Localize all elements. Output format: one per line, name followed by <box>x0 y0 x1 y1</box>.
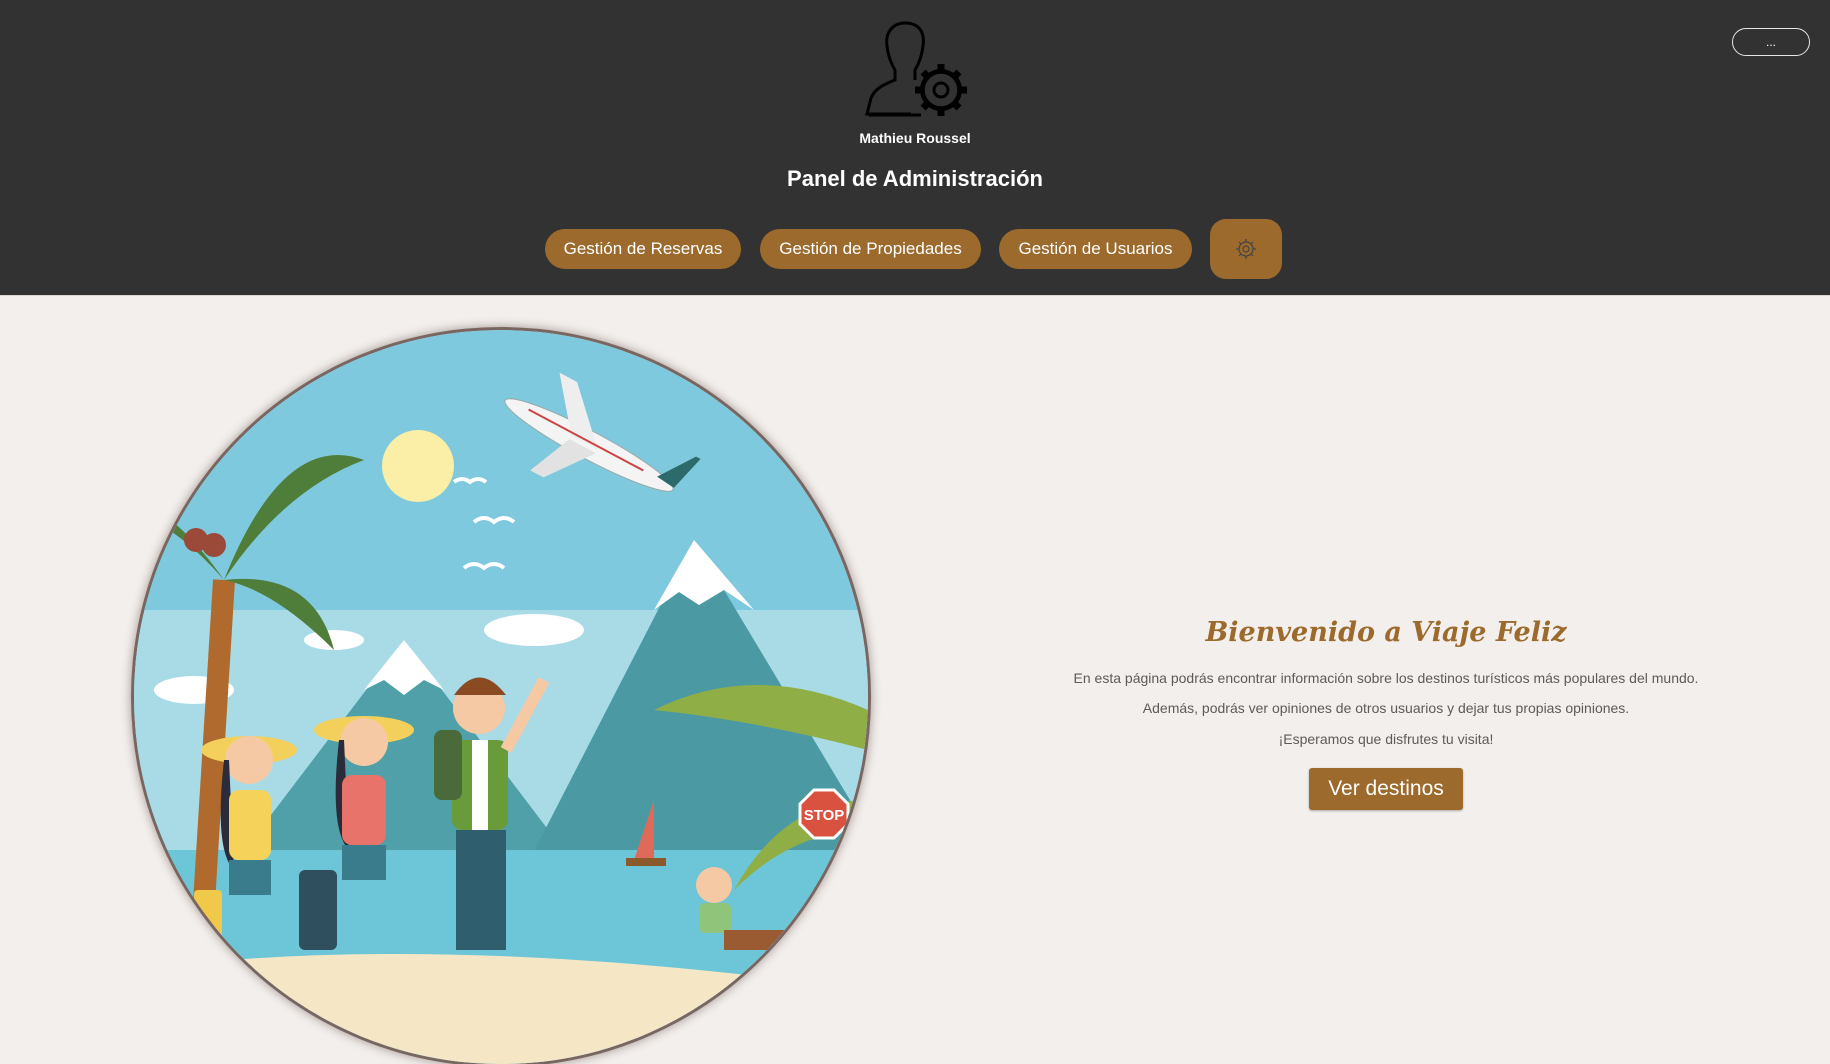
hero-travel-illustration: STOP <box>134 330 868 1064</box>
menu-button[interactable]: ... <box>1732 28 1810 56</box>
nav-reservas-button[interactable]: Gestión de Reservas <box>545 229 741 269</box>
nav-usuarios-button[interactable]: Gestión de Usuarios <box>999 229 1192 269</box>
admin-header: ... Mathieu Roussel Panel de Administrac… <box>0 0 1830 296</box>
welcome-title: Bienvenido a Viaje Feliz <box>1205 617 1567 648</box>
user-admin-icon <box>865 21 967 117</box>
page-title: Panel de Administración <box>787 166 1043 191</box>
ver-destinos-button[interactable]: Ver destinos <box>1309 768 1463 810</box>
nav-propiedades-button[interactable]: Gestión de Propiedades <box>760 229 981 269</box>
welcome-text-line-3: ¡Esperamos que disfrutes tu visita! <box>1278 731 1494 747</box>
welcome-text-line-2: Además, podrás ver opiniones de otros us… <box>1142 700 1630 716</box>
gear-icon <box>1236 239 1256 259</box>
stop-sign-text: STOP <box>804 807 845 824</box>
user-name: Mathieu Roussel <box>859 130 971 146</box>
welcome-text-line-1: En esta página podrás encontrar informac… <box>1073 670 1699 686</box>
settings-button[interactable] <box>1210 219 1282 279</box>
